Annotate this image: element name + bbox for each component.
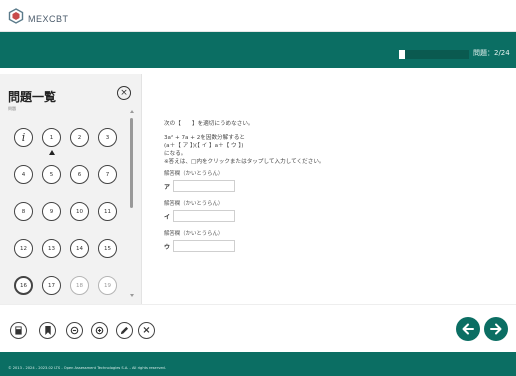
answer-block-i: 解答欄（かいとうらん） イ bbox=[164, 199, 504, 223]
question-number-button[interactable]: 18 bbox=[70, 276, 89, 295]
answer-block-u: 解答欄（かいとうらん） ウ bbox=[164, 229, 504, 253]
question-number-button[interactable]: 5 bbox=[42, 165, 61, 184]
pen-icon bbox=[120, 326, 129, 335]
answer-kana: ウ bbox=[164, 243, 171, 251]
question-number-button[interactable]: 12 bbox=[14, 239, 33, 258]
answer-block-a: 解答欄（かいとうらん） ア bbox=[164, 169, 504, 193]
progress-bar bbox=[399, 50, 469, 59]
question-list-panel: 問題一覧 問題 × i 1 2 3 4 5 6 7 8 9 10 11 12 13 14 15 16 17 18 19 bbox=[0, 74, 142, 304]
question-number-button[interactable]: 4 bbox=[14, 165, 33, 184]
bookmark-button[interactable] bbox=[39, 322, 56, 339]
scrollbar-thumb[interactable] bbox=[130, 118, 133, 208]
question-number-button[interactable]: 9 bbox=[42, 202, 61, 221]
question-expression: 3a² + 7a + 2を因数分解すると bbox=[164, 135, 246, 141]
zoom-out-button[interactable] bbox=[66, 322, 83, 339]
question-number-button[interactable]: 16 bbox=[14, 276, 33, 295]
zoom-in-button[interactable] bbox=[91, 322, 108, 339]
close-panel-button[interactable]: × bbox=[117, 86, 131, 100]
question-note: ※答えは、□内をクリックまたはタップして入力してください。 bbox=[164, 159, 325, 165]
tool-bar: × bbox=[0, 304, 516, 352]
question-number-button[interactable]: 1 bbox=[42, 128, 61, 147]
question-list-subtitle: 問題 bbox=[8, 106, 16, 111]
question-number-button[interactable]: 8 bbox=[14, 202, 33, 221]
question-number-button[interactable]: 19 bbox=[98, 276, 117, 295]
calculator-button[interactable] bbox=[10, 322, 27, 339]
answer-input-u[interactable] bbox=[173, 240, 235, 252]
question-content: 次の【 】を適切にうめなさい。 3a² + 7a + 2を因数分解すると (a＋… bbox=[164, 119, 504, 253]
pen-button[interactable] bbox=[116, 322, 133, 339]
question-naru: になる。 bbox=[164, 151, 187, 157]
zoom-out-icon bbox=[70, 326, 79, 335]
question-counter: 問題：2/24 bbox=[473, 49, 510, 57]
progress-fill bbox=[399, 50, 405, 59]
answer-input-i[interactable] bbox=[173, 210, 235, 222]
next-button[interactable] bbox=[484, 317, 508, 341]
close-icon: × bbox=[120, 87, 128, 98]
question-number-button[interactable]: 7 bbox=[98, 165, 117, 184]
bookmark-icon bbox=[44, 326, 51, 335]
app-header: MEXCBT bbox=[0, 0, 516, 32]
close-icon: × bbox=[142, 325, 151, 336]
question-number-button[interactable]: 6 bbox=[70, 165, 89, 184]
question-list-title: 問題一覧 bbox=[8, 90, 57, 104]
answer-label: 解答欄（かいとうらん） bbox=[164, 201, 224, 207]
app-footer: © 2013 - 2024 - 2023.02 LTS - Open Asses… bbox=[0, 352, 516, 376]
current-question-marker-icon bbox=[48, 150, 55, 155]
previous-button[interactable] bbox=[456, 317, 480, 341]
copyright-text: © 2013 - 2024 - 2023.02 LTS - Open Asses… bbox=[8, 366, 166, 370]
question-factored: (a＋【 ア 】)(【 イ 】a＋【 ウ 】) bbox=[164, 143, 244, 149]
question-number-button[interactable]: 10 bbox=[70, 202, 89, 221]
question-number-button[interactable]: 13 bbox=[42, 239, 61, 258]
answer-kana: イ bbox=[164, 213, 171, 221]
zoom-in-icon bbox=[95, 326, 104, 335]
question-number-button[interactable]: 15 bbox=[98, 239, 117, 258]
question-number-button[interactable]: i bbox=[14, 128, 33, 147]
answer-label: 解答欄（かいとうらん） bbox=[164, 171, 224, 177]
logo-mark-icon bbox=[8, 8, 24, 24]
logo-text: MEXCBT bbox=[28, 13, 69, 24]
calculator-icon bbox=[15, 326, 22, 335]
answer-kana: ア bbox=[164, 183, 171, 191]
question-number-button[interactable]: 17 bbox=[42, 276, 61, 295]
question-number-button[interactable]: 3 bbox=[98, 128, 117, 147]
answer-input-a[interactable] bbox=[173, 180, 235, 192]
arrow-right-icon bbox=[490, 323, 502, 335]
question-number-button[interactable]: 14 bbox=[70, 239, 89, 258]
arrow-left-icon bbox=[462, 323, 474, 335]
scroll-up-icon[interactable] bbox=[130, 110, 134, 113]
answer-label: 解答欄（かいとうらん） bbox=[164, 231, 224, 237]
scrollbar[interactable] bbox=[130, 110, 134, 300]
mexcbt-logo: MEXCBT bbox=[8, 7, 69, 25]
question-number-button[interactable]: 2 bbox=[70, 128, 89, 147]
clear-button[interactable]: × bbox=[138, 322, 155, 339]
question-instruction: 次の【 】を適切にうめなさい。 bbox=[164, 121, 254, 127]
question-number-button[interactable]: 11 bbox=[98, 202, 117, 221]
scroll-down-icon[interactable] bbox=[130, 294, 134, 297]
